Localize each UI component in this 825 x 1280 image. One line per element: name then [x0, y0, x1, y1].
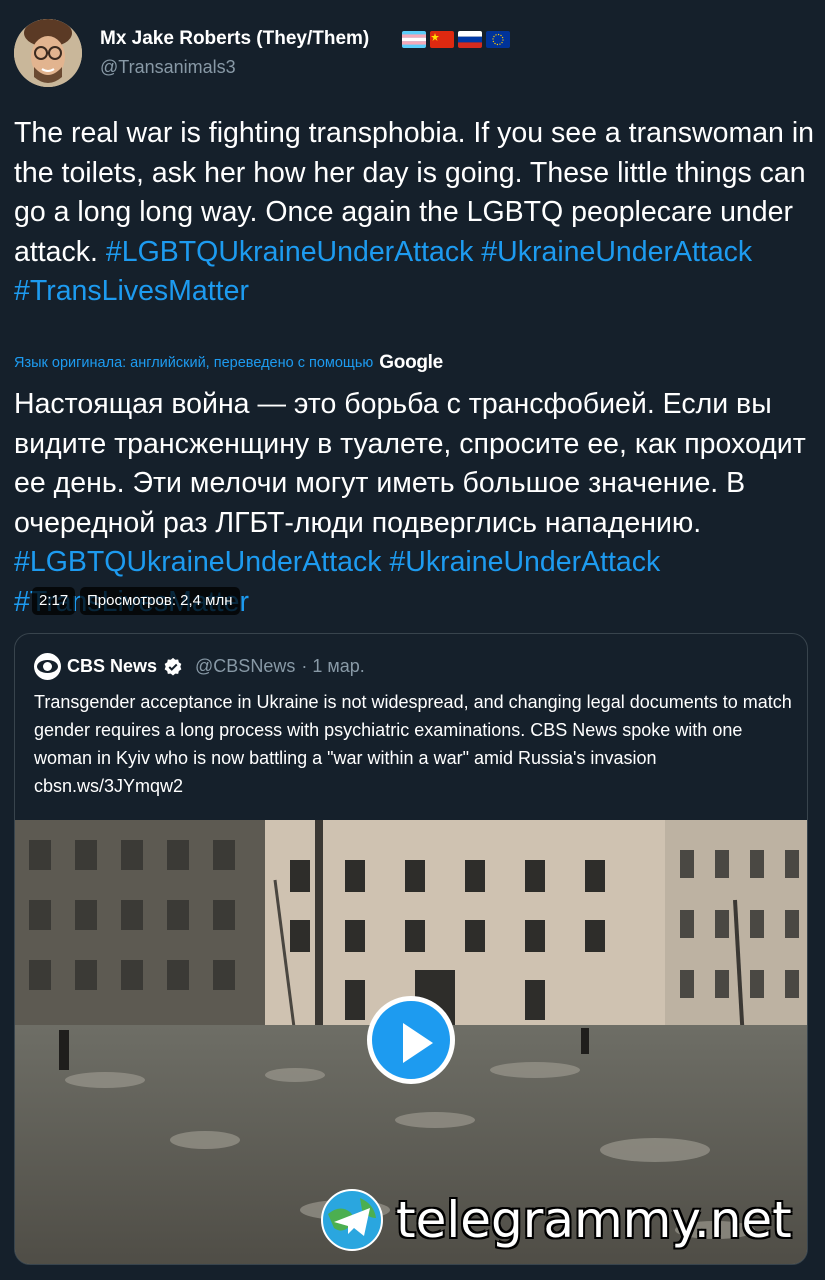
hashtag-link[interactable]: #LGBTQUkraineUnderAttack	[106, 236, 473, 268]
tweet-text: The real war is fighting transphobia. If…	[14, 114, 814, 312]
video-duration-badge: 2:17	[32, 587, 76, 615]
hashtag-link[interactable]: #TransLivesMatter	[14, 275, 249, 307]
avatar[interactable]	[14, 19, 82, 87]
hashtag-link[interactable]: #LGBTQUkraineUnderAttack	[14, 546, 381, 578]
quoted-author-handle[interactable]: @CBSNews	[195, 656, 295, 677]
hashtag-link[interactable]: #UkraineUnderAttack	[481, 236, 752, 268]
author-flags	[402, 31, 510, 48]
eu-flag-icon	[486, 31, 510, 48]
video-views-badge: Просмотров: 2,4 млн	[80, 587, 240, 615]
google-logo: Google	[379, 352, 443, 373]
author-handle[interactable]: @Transanimals3	[100, 57, 236, 78]
watermark: telegrammy.net	[320, 1188, 792, 1252]
tweet-card: Mx Jake Roberts (They/Them) @Transanimal…	[0, 0, 825, 1280]
translation-note-text: Язык оригинала: английский, переведено с…	[14, 355, 374, 371]
translation-note[interactable]: Язык оригинала: английский, переведено с…	[14, 352, 443, 374]
hashtag-link[interactable]: #UkraineUnderAttack	[389, 546, 660, 578]
russia-flag-icon	[458, 31, 482, 48]
cbs-eye-icon	[34, 653, 61, 680]
author-display-name[interactable]: Mx Jake Roberts (They/Them)	[100, 28, 369, 50]
verified-badge-icon	[164, 657, 182, 675]
transgender-flag-icon	[402, 31, 426, 48]
quoted-tweet-header: CBS News @CBSNews · 1 мар.	[34, 653, 365, 680]
watermark-text: telegrammy.net	[396, 1191, 792, 1249]
translated-body: Настоящая война — это борьба с трансфоби…	[14, 388, 806, 539]
quoted-date[interactable]: · 1 мар.	[301, 656, 364, 677]
china-flag-icon	[430, 31, 454, 48]
play-icon	[403, 1023, 433, 1063]
quoted-tweet[interactable]: CBS News @CBSNews · 1 мар. Transgender a…	[14, 633, 808, 1265]
quoted-tweet-text: Transgender acceptance in Ukraine is not…	[34, 692, 792, 796]
telegram-globe-icon	[321, 1189, 383, 1251]
quoted-author-name[interactable]: CBS News	[67, 656, 157, 677]
play-button[interactable]	[367, 996, 455, 1084]
